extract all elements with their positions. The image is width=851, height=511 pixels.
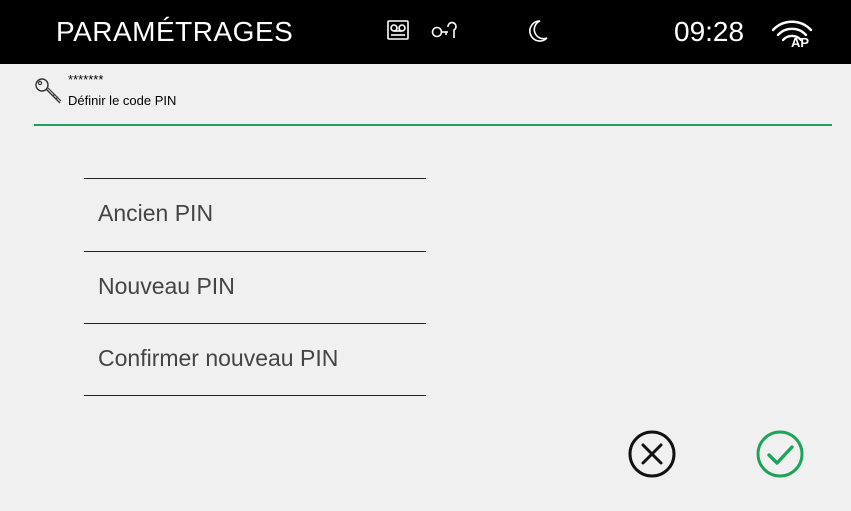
clock: 09:28 [674, 16, 745, 47]
section-header: ******* Définir le code PIN [0, 64, 851, 124]
key-icon [35, 78, 62, 104]
old-pin-label: Ancien PIN [98, 200, 214, 226]
wifi-ap-icon: AP [771, 20, 813, 50]
confirm-button[interactable] [752, 426, 808, 482]
new-pin-label: Nouveau PIN [98, 273, 235, 299]
header-divider [34, 124, 832, 126]
cancel-icon [628, 430, 676, 478]
section-subtitle: Définir le code PIN [68, 93, 177, 108]
top-status-bar: PARAMÉTRAGES 09:28 AP [0, 0, 851, 64]
screen-title: PARAMÉTRAGES [56, 16, 294, 47]
confirm-icon [756, 430, 804, 478]
new-pin-field[interactable]: Nouveau PIN [84, 251, 426, 324]
old-pin-field[interactable]: Ancien PIN [84, 178, 426, 251]
confirm-pin-label: Confirmer nouveau PIN [98, 345, 339, 371]
door-key-icon [431, 21, 457, 38]
moon-icon [529, 20, 548, 42]
wifi-ap-label: AP [791, 35, 809, 50]
voicemail-icon [387, 20, 409, 40]
masked-pin-value: ******* [68, 72, 104, 87]
confirm-pin-field[interactable]: Confirmer nouveau PIN [84, 323, 426, 396]
cancel-button[interactable] [624, 426, 680, 482]
